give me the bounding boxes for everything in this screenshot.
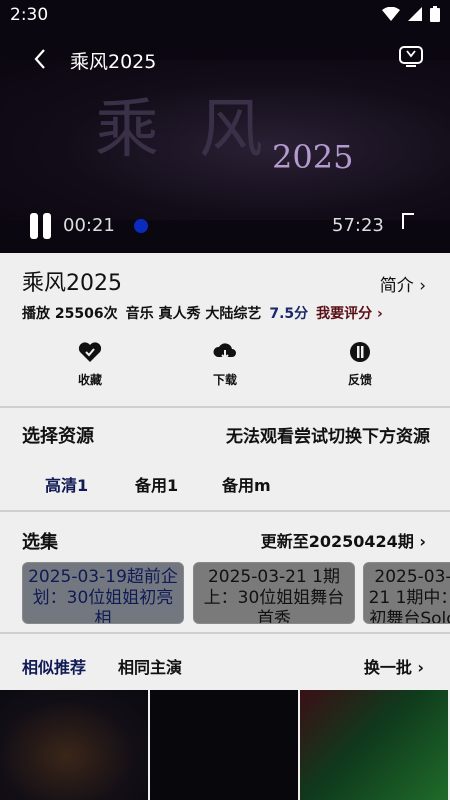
episodes-section: 选集 更新至20250424期 › 2025-03-19超前企划：30位姐姐初亮…: [0, 512, 450, 634]
episode-card[interactable]: 2025-03-19超前企划：30位姐姐初亮相: [22, 562, 184, 624]
episodes-update-label: 更新至20250424期: [260, 532, 414, 551]
favorite-label: 收藏: [77, 373, 102, 387]
source-section: 选择资源 无法观看尝试切换下方资源 高清1 备用1 备用m: [0, 408, 450, 512]
source-option-backup1[interactable]: 备用1: [135, 472, 178, 496]
show-meta: 播放 25506次 音乐 真人秀 大陆综艺 7.5分 我要评分 ›: [22, 303, 383, 323]
signal-icon: [408, 7, 422, 21]
show-info: 乘风2025 简介 › 播放 25506次 音乐 真人秀 大陆综艺 7.5分 我…: [0, 253, 450, 408]
rate-button[interactable]: 我要评分 ›: [316, 303, 383, 323]
download-label: 下载: [212, 373, 237, 387]
current-time: 00:21: [63, 215, 115, 236]
tab-similar[interactable]: 相似推荐: [22, 654, 86, 678]
tab-same-cast[interactable]: 相同主演: [118, 654, 182, 678]
score: 7.5分: [269, 306, 309, 322]
refresh-button[interactable]: 换一批 ›: [364, 654, 424, 678]
video-player[interactable]: 乘风 2025 2:30 乘风2025 00:21 57:23: [0, 0, 450, 253]
recommend-thumbnail[interactable]: [150, 690, 298, 800]
intro-link[interactable]: 简介 ›: [380, 271, 426, 296]
recommend-thumbnail[interactable]: [0, 690, 148, 800]
heart-icon: [78, 342, 102, 362]
tv-cast-icon[interactable]: [398, 44, 424, 68]
source-option-hd1[interactable]: 高清1: [45, 472, 88, 496]
favorite-button[interactable]: 收藏: [60, 341, 120, 388]
source-option-backupm[interactable]: 备用m: [222, 472, 271, 496]
video-art-year: 2025: [272, 138, 354, 176]
player-topbar: 乘风2025: [0, 38, 450, 78]
refresh-label: 换一批: [363, 658, 412, 677]
recommend-thumbnail[interactable]: [300, 690, 448, 800]
pause-button[interactable]: [29, 213, 53, 239]
play-count: 播放 25506次: [22, 306, 118, 322]
intro-label: 简介: [379, 276, 414, 296]
duration: 57:23: [332, 215, 384, 236]
chevron-right-icon: ›: [419, 276, 426, 296]
episode-card[interactable]: 2025-03-21 1期上：30位姐姐舞台首秀: [193, 562, 355, 624]
feedback-label: 反馈: [347, 373, 372, 387]
fullscreen-icon[interactable]: [402, 213, 414, 229]
source-title: 选择资源: [22, 426, 94, 447]
feedback-icon: [350, 342, 370, 362]
battery-icon: [430, 6, 440, 22]
player-title: 乘风2025: [70, 51, 157, 73]
back-arrow-icon[interactable]: [30, 44, 56, 74]
genre-tags: 音乐 真人秀 大陆综艺: [125, 306, 262, 322]
download-button[interactable]: 下载: [195, 341, 255, 388]
episodes-update-link[interactable]: 更新至20250424期 ›: [261, 528, 426, 552]
recommend-thumbnails: [0, 690, 450, 800]
player-controls: 00:21 57:23: [0, 205, 450, 245]
feedback-button[interactable]: 反馈: [330, 341, 390, 388]
status-bar: 2:30: [0, 0, 450, 30]
status-time: 2:30: [10, 5, 49, 25]
progress-thumb[interactable]: [134, 219, 148, 233]
cloud-download-icon: [213, 343, 236, 360]
episode-card[interactable]: 2025-03-21 1期中：初舞台Solo: [363, 562, 450, 624]
rate-label: 我要评分: [316, 306, 373, 322]
action-row: 收藏 下载 反馈: [0, 341, 450, 397]
recommend-section: 相似推荐 相同主演 换一批 ›: [0, 634, 450, 690]
show-title: 乘风2025: [22, 271, 122, 296]
source-hint: 无法观看尝试切换下方资源: [226, 427, 430, 447]
wifi-icon: [382, 7, 400, 21]
episodes-title: 选集: [22, 532, 58, 553]
